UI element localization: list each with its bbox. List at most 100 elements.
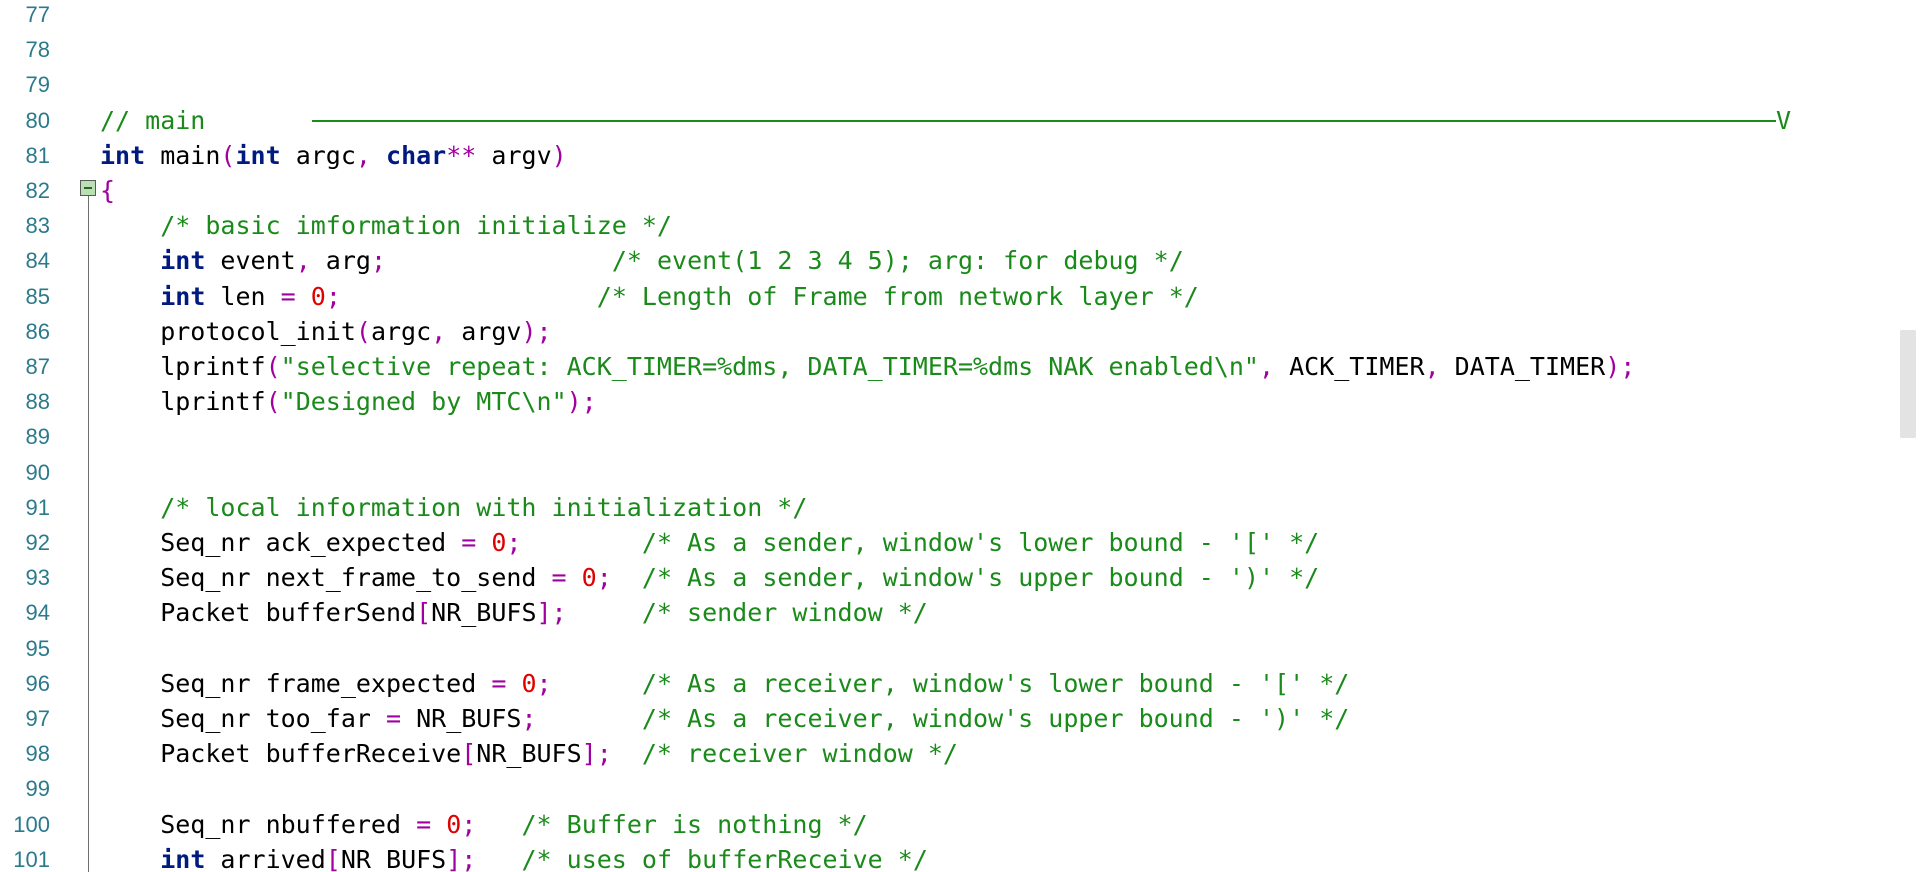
code-token: argv xyxy=(446,316,522,346)
line-number: 99 xyxy=(25,776,50,802)
code-line[interactable]: lprintf("Designed by MTC\n"); xyxy=(100,384,597,419)
code-token: /* As a sender, window's upper bound - '… xyxy=(641,563,1320,593)
line-number-gutter: 77 78 79 80 81 82 83 84 85 86 87 88 89 90 91 92 93 94 95 96… xyxy=(0,0,100,872)
fold-collapse-icon[interactable] xyxy=(80,180,96,196)
code-line[interactable]: Seq_nr too_far = NR_BUFS; /* As a receiv… xyxy=(100,701,1349,736)
code-token: [ xyxy=(416,598,432,628)
code-token: ( xyxy=(265,387,281,417)
code-line[interactable]: int arrived[NR_BUFS]; /* uses of bufferR… xyxy=(100,842,928,872)
line-number: 95 xyxy=(25,635,50,661)
code-token: /* receiver window */ xyxy=(641,739,958,769)
line-number: 97 xyxy=(25,706,50,731)
code-line[interactable]: // main xyxy=(100,103,205,138)
code-token: Packet bufferSend xyxy=(100,598,417,628)
code-token: , xyxy=(355,140,371,170)
code-line[interactable]: Seq_nr nbuffered = 0; /* Buffer is nothi… xyxy=(100,807,868,842)
code-token: ]; xyxy=(536,598,567,628)
line-number: 87 xyxy=(25,354,50,379)
code-line[interactable]: lprintf("selective repeat: ACK_TIMER=%dm… xyxy=(100,349,1635,384)
code-token: NR_BUFS xyxy=(340,844,447,872)
code-token: ; xyxy=(596,563,612,593)
code-line[interactable]: Packet bufferReceive[NR_BUFS]; /* receiv… xyxy=(100,736,958,771)
code-editor[interactable]: 77 78 79 80 81 82 83 84 85 86 87 88 89 90 91 92 93 94 95 96… xyxy=(0,0,1920,872)
code-token: = xyxy=(461,528,477,557)
line-number: 98 xyxy=(25,741,50,767)
code-line[interactable]: { xyxy=(100,173,115,208)
code-line[interactable]: /* local information with initialization… xyxy=(100,490,807,525)
code-token: /* As a receiver, window's lower bound -… xyxy=(641,668,1350,698)
code-token: ; xyxy=(536,668,552,698)
scrollbar-thumb[interactable] xyxy=(1900,330,1916,438)
code-token: argc xyxy=(280,140,356,170)
code-token: , xyxy=(295,246,311,276)
code-line[interactable]: int len = 0; /* Length of Frame from net… xyxy=(100,279,1199,314)
code-token: /* event(1 2 3 4 5); arg: for debug */ xyxy=(611,246,1184,276)
code-token: NR_BUFS xyxy=(476,739,582,769)
code-token: int xyxy=(100,140,146,170)
code-token: ( xyxy=(220,140,236,170)
code-line[interactable]: protocol_init(argc, argv); xyxy=(100,314,552,349)
code-line[interactable]: int event, arg; /* event(1 2 3 4 5); arg… xyxy=(100,243,1184,278)
line-number: 81 xyxy=(25,142,50,168)
code-area[interactable]: V // main int main(int argc, char** argv)… xyxy=(100,0,1896,872)
line-number: 79 xyxy=(25,72,50,98)
line-number: 94 xyxy=(25,600,50,626)
code-token: lprintf xyxy=(100,387,266,417)
line-number: 77 xyxy=(25,2,50,27)
code-token: int xyxy=(160,844,206,872)
code-token: /* As a receiver, window's upper bound -… xyxy=(641,704,1350,733)
vertical-scrollbar[interactable] xyxy=(1896,0,1920,872)
code-line[interactable]: Seq_nr ack_expected = 0; /* As a sender,… xyxy=(100,525,1319,560)
line-number: 96 xyxy=(25,670,50,696)
code-token: argc xyxy=(370,316,432,346)
code-token: = xyxy=(491,668,507,698)
code-token: ); xyxy=(521,316,552,346)
code-token: // main xyxy=(100,105,206,135)
code-line[interactable]: /* basic imformation initialize */ xyxy=(100,208,672,243)
code-token: Packet bufferReceive xyxy=(100,739,462,769)
code-token: 0 xyxy=(446,809,462,839)
line-number: 92 xyxy=(25,530,50,555)
code-token: = xyxy=(416,809,432,839)
code-token: NR_BUFS xyxy=(431,598,537,628)
code-token: 0 xyxy=(521,668,537,698)
code-token: = xyxy=(385,704,402,733)
code-token: Seq_nr nbuffered xyxy=(100,809,417,839)
code-token: ]; xyxy=(446,844,477,872)
code-token: arrived xyxy=(205,844,326,872)
code-token: /* As a sender, window's lower bound - '… xyxy=(641,528,1320,557)
code-token: [ xyxy=(325,844,341,872)
code-token: ( xyxy=(265,352,281,381)
code-line[interactable]: Packet bufferSend[NR_BUFS]; /* sender wi… xyxy=(100,595,928,630)
code-token: = xyxy=(551,563,567,593)
section-separator-rule xyxy=(312,120,1776,122)
line-number: 101 xyxy=(13,846,50,872)
code-token: 0 xyxy=(491,528,507,557)
code-token: , xyxy=(1424,352,1440,381)
code-line[interactable]: int main(int argc, char** argv) xyxy=(100,138,567,173)
code-token: len xyxy=(205,281,281,311)
code-line[interactable]: Seq_nr frame_expected = 0; /* As a recei… xyxy=(100,666,1349,701)
code-token: "selective repeat: ACK_TIMER=%dms, DATA_… xyxy=(280,352,1259,381)
code-line[interactable]: Seq_nr next_frame_to_send = 0; /* As a s… xyxy=(100,560,1319,595)
code-token: 0 xyxy=(581,563,597,593)
line-number: 88 xyxy=(25,389,50,415)
code-token: ); xyxy=(1605,352,1636,381)
code-token: /* Buffer is nothing */ xyxy=(521,809,868,839)
